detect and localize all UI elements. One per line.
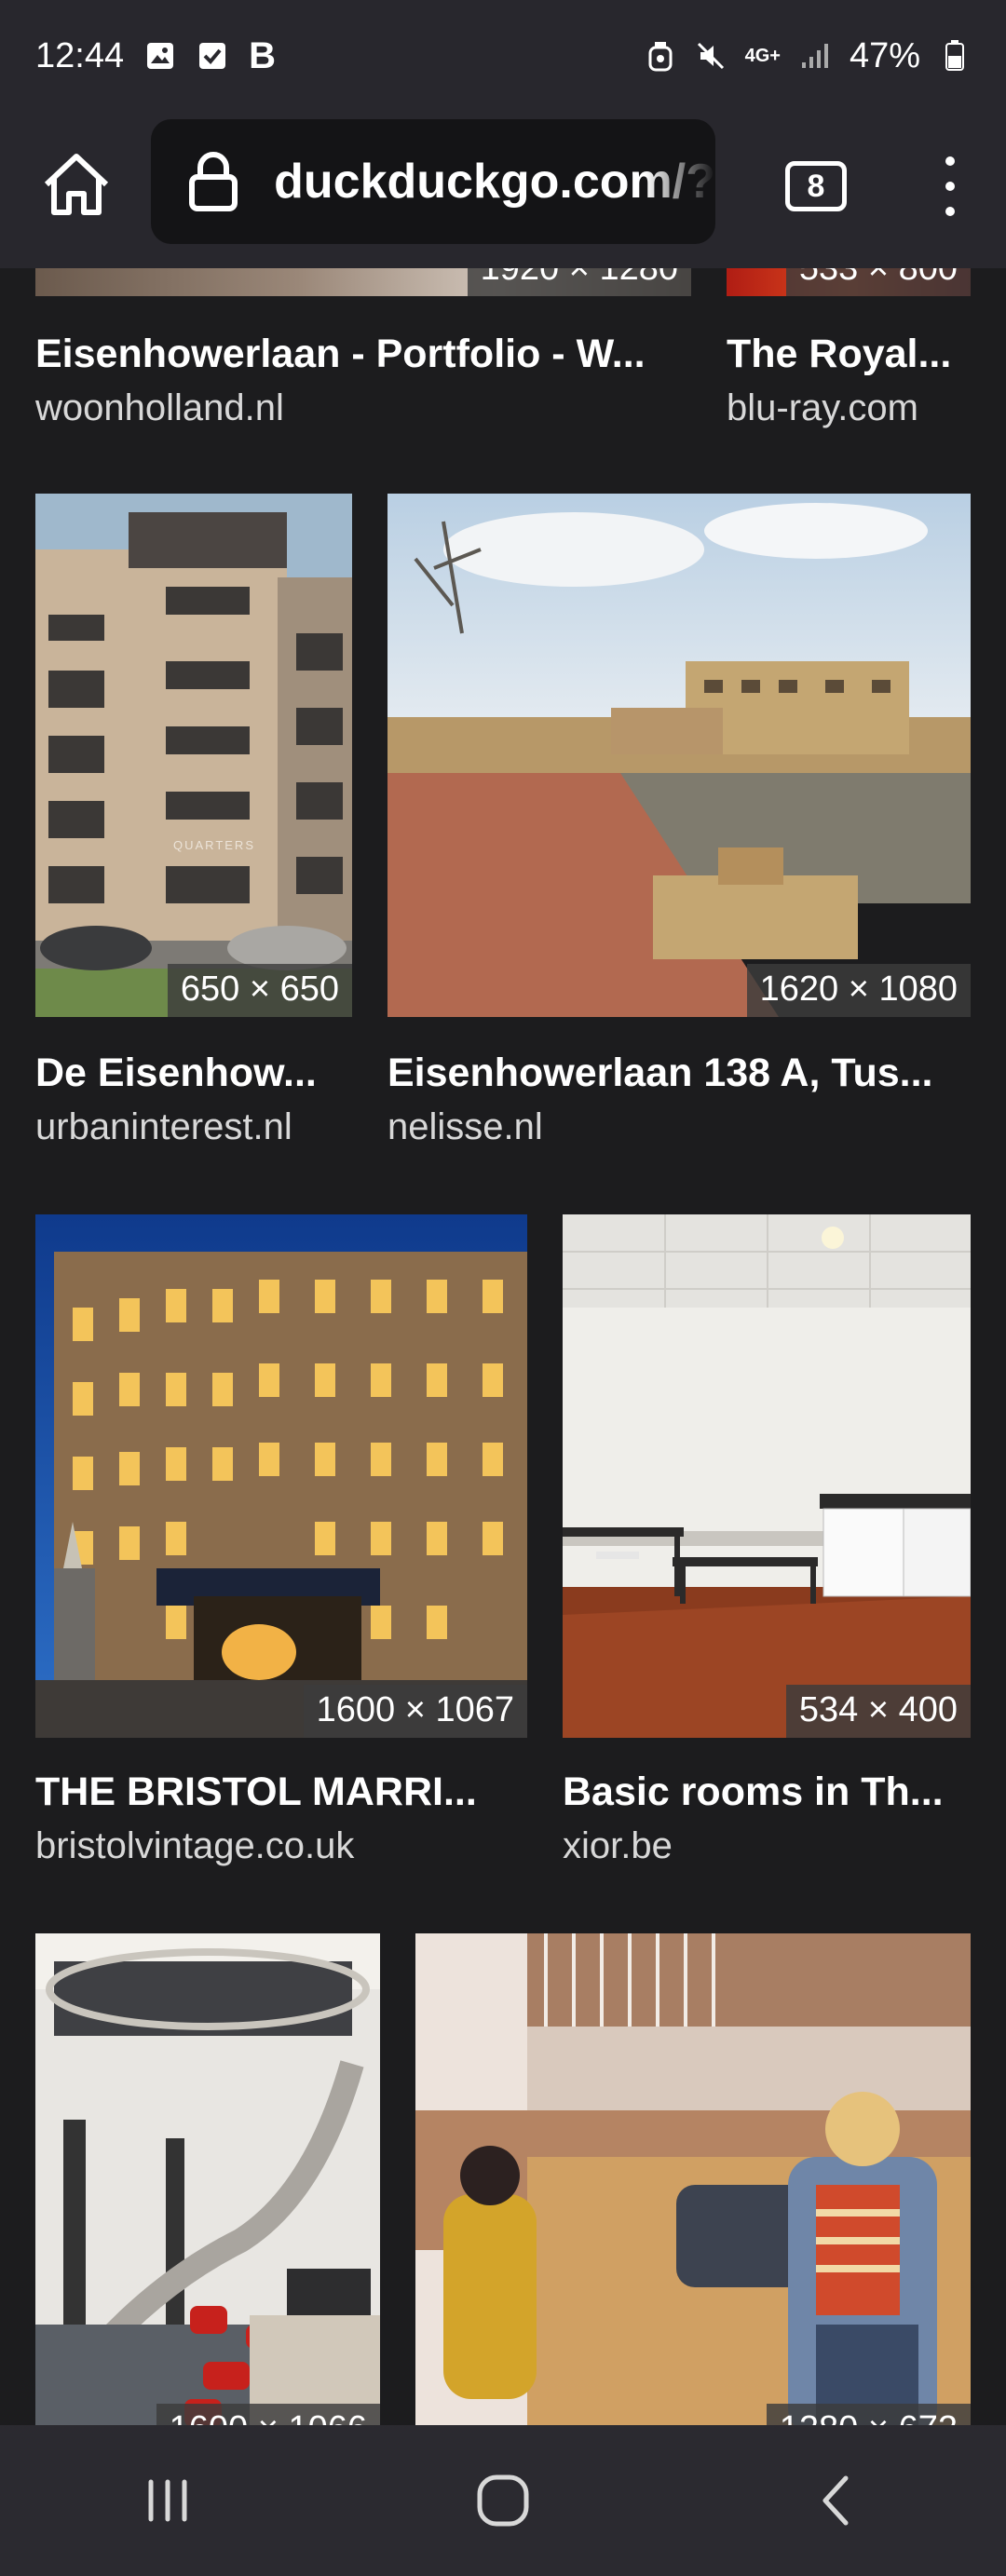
result-image[interactable]: 1920 × 1280 <box>35 268 691 296</box>
result-source[interactable]: woonholland.nl <box>35 387 691 429</box>
recent-apps-button[interactable] <box>112 2454 224 2547</box>
result-image[interactable]: 1600 × 1067 <box>35 1214 527 1738</box>
result-title[interactable]: Eisenhowerlaan 138 A, Tus... <box>387 1051 971 1096</box>
result-title[interactable]: Eisenhowerlaan - Portfolio - W... <box>35 332 691 377</box>
back-button[interactable] <box>782 2454 894 2547</box>
tabs-button[interactable]: 8 <box>782 153 850 220</box>
result-image[interactable]: 534 × 400 <box>563 1214 971 1738</box>
checkbox-icon <box>197 40 228 72</box>
alarm-icon <box>645 40 676 72</box>
image-dimensions: 1280 × 672 <box>766 2404 971 2425</box>
status-bar: 12:44 B 4G+ 47% <box>0 0 1006 112</box>
gallery-icon <box>144 40 176 72</box>
result-source[interactable]: nelisse.nl <box>387 1106 971 1148</box>
browser-toolbar: duckduckgo.com/? 8 <box>0 112 1006 268</box>
image-results-grid: 1920 × 1280 Eisenhowerlaan - Portfolio -… <box>0 268 1006 2425</box>
home-button[interactable] <box>37 145 116 224</box>
result-title[interactable]: The Royal... <box>727 332 971 377</box>
apartment-building-photo: QUARTERS <box>35 494 352 1017</box>
result-source[interactable]: blu-ray.com <box>727 387 971 429</box>
hotel-facade-photo <box>35 1214 527 1738</box>
lobby-staircase-photo <box>35 1933 380 2425</box>
menu-dot-icon <box>945 181 955 191</box>
result-image[interactable]: 1620 × 1080 <box>387 494 971 1017</box>
image-dimensions: 533 × 800 <box>785 268 971 296</box>
result-title[interactable]: De Eisenhow... <box>35 1051 352 1096</box>
image-dimensions: 650 × 650 <box>167 964 352 1017</box>
result-source[interactable]: xior.be <box>563 1825 971 1867</box>
result-image[interactable]: 1600 × 1066 <box>35 1933 380 2425</box>
battery-icon <box>939 40 971 72</box>
status-right: 4G+ 47% <box>645 36 971 76</box>
clock: 12:44 <box>35 35 125 75</box>
image-dimensions: 1600 × 1067 <box>303 1685 527 1738</box>
status-left: 12:44 B <box>35 35 276 77</box>
result-title[interactable]: Basic rooms in Th... <box>563 1769 971 1815</box>
room-interior-photo <box>563 1214 971 1738</box>
mute-icon <box>695 40 727 72</box>
result-image[interactable]: QUARTERS 650 × 650 <box>35 494 352 1017</box>
result-source[interactable]: urbaninterest.nl <box>35 1106 352 1148</box>
home-icon <box>44 154 109 215</box>
image-dimensions: 1600 × 1066 <box>156 2404 380 2425</box>
result-image[interactable]: 533 × 800 <box>727 268 971 296</box>
image-dimensions: 534 × 400 <box>785 1685 971 1738</box>
museum-pond-photo <box>387 494 971 1017</box>
image-dimensions: 1920 × 1280 <box>467 268 691 296</box>
menu-dot-icon <box>945 156 955 167</box>
people-van-photo <box>415 1933 971 2425</box>
address-bar[interactable]: duckduckgo.com/? <box>151 119 715 244</box>
home-circle-icon <box>477 2474 529 2527</box>
image-dimensions: 1620 × 1080 <box>746 964 971 1017</box>
result-source[interactable]: bristolvintage.co.uk <box>35 1825 527 1867</box>
result-image[interactable]: 1280 × 672 <box>415 1933 971 2425</box>
lock-icon <box>184 151 242 212</box>
network-type: 4G+ <box>744 46 781 66</box>
overflow-menu-button[interactable] <box>931 149 969 224</box>
back-chevron-icon <box>822 2475 849 2526</box>
bold-b-icon: B <box>249 34 276 76</box>
signal-icon <box>799 40 831 72</box>
menu-dot-icon <box>945 206 955 216</box>
url-text: duckduckgo.com/? <box>274 155 715 209</box>
watermark-text: QUARTERS <box>173 838 255 852</box>
battery-percent: 47% <box>849 35 920 75</box>
recent-apps-icon <box>148 2479 187 2522</box>
result-title[interactable]: THE BRISTOL MARRI... <box>35 1769 527 1815</box>
home-system-button[interactable] <box>447 2454 559 2547</box>
system-navigation-bar <box>0 2425 1006 2576</box>
tab-count: 8 <box>785 161 847 211</box>
